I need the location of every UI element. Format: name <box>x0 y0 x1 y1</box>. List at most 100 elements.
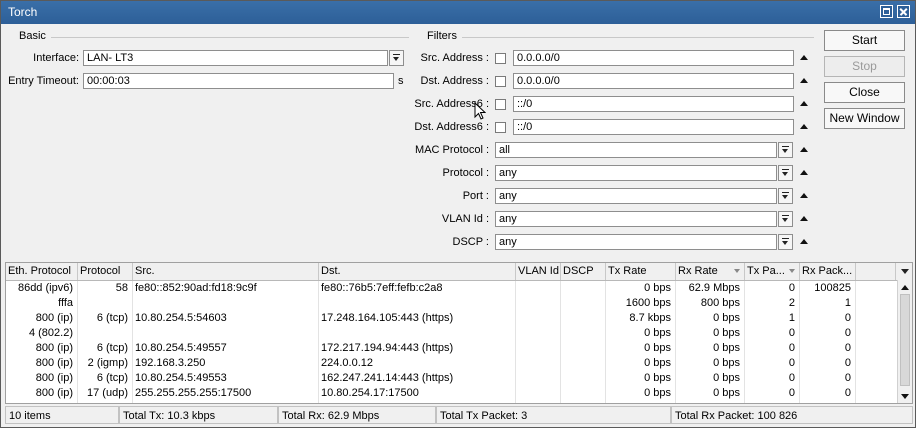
basic-group-title: Basic <box>19 30 46 42</box>
vertical-scrollbar[interactable] <box>897 280 912 403</box>
cell-vlan-id <box>516 341 561 356</box>
src-address-not-checkbox[interactable] <box>495 53 506 64</box>
scroll-up-icon[interactable] <box>901 285 909 290</box>
up-arrow-icon[interactable] <box>800 124 808 129</box>
cell-src <box>133 326 319 341</box>
cell-tx-rate: 0 bps <box>606 281 676 296</box>
dst-address6-field[interactable]: ::/0 <box>513 119 794 135</box>
dst-address-field[interactable]: 0.0.0.0/0 <box>513 73 794 89</box>
close-icon[interactable] <box>897 5 910 18</box>
cell-dscp <box>561 311 606 326</box>
cell-tx-packets: 0 <box>745 386 800 401</box>
cell-rx-rate: 800 bps <box>676 296 745 311</box>
dropdown-arrow-icon[interactable] <box>778 234 793 250</box>
entry-timeout-field[interactable]: 00:00:03 <box>83 73 394 89</box>
cell-tx-packets: 2 <box>745 296 800 311</box>
dropdown-arrow-icon[interactable] <box>389 50 404 66</box>
table-row[interactable]: 800 (ip) 2 (igmp) 192.168.3.250 224.0.0.12 0… <box>6 356 896 371</box>
mac-protocol-select[interactable]: all <box>495 142 777 158</box>
table-row[interactable]: 800 (ip)17 (udp)10.80.254.255:1750010.80… <box>6 401 896 403</box>
interface-select[interactable]: LAN- LT3 <box>83 50 388 66</box>
column-dscp[interactable]: DSCP <box>561 263 606 280</box>
interface-label: Interface: <box>33 52 79 64</box>
cell-dscp <box>561 371 606 386</box>
column-tx-rate[interactable]: Tx Rate <box>606 263 676 280</box>
cell-src: fe80::852:90ad:fd18:9c9f <box>133 281 319 296</box>
up-arrow-icon[interactable] <box>800 55 808 60</box>
vlan-id-select[interactable]: any <box>495 211 777 227</box>
column-protocol[interactable]: Protocol <box>78 263 133 280</box>
table-row[interactable]: 800 (ip) 6 (tcp) 10.80.254.5:54603 17.248.1… <box>6 311 896 326</box>
up-arrow-icon[interactable] <box>800 101 808 106</box>
scroll-down-icon[interactable] <box>901 394 909 399</box>
cell-rx-packets: 0 <box>800 341 856 356</box>
column-src[interactable]: Src. <box>133 263 319 280</box>
cell-tx-rate: 0 bps <box>606 341 676 356</box>
cell-eth-protocol: 800 (ip) <box>6 356 78 371</box>
table-row[interactable]: 86dd (ipv6) 58 fe80::852:90ad:fd18:9c9f fe8… <box>6 281 896 296</box>
cell-protocol: 17 (udp) <box>78 401 133 403</box>
src-address-field[interactable]: 0.0.0.0/0 <box>513 50 794 66</box>
cell-rx-rate: 0 bps <box>676 356 745 371</box>
src-address6-field[interactable]: ::/0 <box>513 96 794 112</box>
status-total-tx: Total Tx: 10.3 kbps <box>119 406 278 424</box>
cell-protocol <box>78 296 133 311</box>
sort-icon <box>789 269 795 273</box>
table-row[interactable]: 800 (ip) 17 (udp) 255.255.255.255:17500 10.… <box>6 386 896 401</box>
cell-protocol: 2 (igmp) <box>78 356 133 371</box>
dst-address-not-checkbox[interactable] <box>495 76 506 87</box>
start-button[interactable]: Start <box>824 30 905 51</box>
column-rx-packets[interactable]: Rx Pack... <box>800 263 856 280</box>
status-total-rx-packet: Total Rx Packet: 100 826 <box>671 406 913 424</box>
cell-protocol: 17 (udp) <box>78 386 133 401</box>
basic-group-divider <box>51 37 409 38</box>
column-menu-icon[interactable] <box>899 264 911 278</box>
cell-eth-protocol: 4 (802.2) <box>6 326 78 341</box>
port-select[interactable]: any <box>495 188 777 204</box>
dscp-select[interactable]: any <box>495 234 777 250</box>
up-arrow-icon[interactable] <box>800 147 808 152</box>
stop-button[interactable]: Stop <box>824 56 905 77</box>
cell-vlan-id <box>516 371 561 386</box>
title-bar[interactable]: Torch <box>1 1 915 24</box>
column-rx-rate[interactable]: Rx Rate <box>676 263 745 280</box>
cell-rx-rate: 62.9 Mbps <box>676 281 745 296</box>
table-row[interactable]: fffa 1600 bps 800 bps 2 1 <box>6 296 896 311</box>
cell-src: 255.255.255.255:17500 <box>133 386 319 401</box>
dst-address6-not-checkbox[interactable] <box>495 122 506 133</box>
table-row[interactable]: 800 (ip) 6 (tcp) 10.80.254.5:49553 162.247.… <box>6 371 896 386</box>
cell-dscp <box>561 281 606 296</box>
up-arrow-icon[interactable] <box>800 216 808 221</box>
up-arrow-icon[interactable] <box>800 78 808 83</box>
src-address-label: Src. Address : <box>420 52 489 64</box>
src-address6-not-checkbox[interactable] <box>495 99 506 110</box>
window-title: Torch <box>8 5 38 19</box>
column-dst[interactable]: Dst. <box>319 263 516 280</box>
table-row[interactable]: 4 (802.2) 0 bps 0 bps 0 0 <box>6 326 896 341</box>
cell-eth-protocol: 86dd (ipv6) <box>6 281 78 296</box>
cell-dst <box>319 296 516 311</box>
torch-table: Eth. Protocol Protocol Src. Dst. VLAN Id… <box>5 262 913 404</box>
column-tx-packets-label: Tx Pa... <box>747 265 785 277</box>
up-arrow-icon[interactable] <box>800 193 808 198</box>
scroll-thumb[interactable] <box>900 294 910 386</box>
cell-tx-rate: 0 bps <box>606 326 676 341</box>
restore-icon[interactable] <box>880 5 893 18</box>
close-button[interactable]: Close <box>824 82 905 103</box>
new-window-button[interactable]: New Window <box>824 108 905 129</box>
dropdown-arrow-icon[interactable] <box>778 211 793 227</box>
mac-protocol-label: MAC Protocol : <box>415 144 489 156</box>
up-arrow-icon[interactable] <box>800 239 808 244</box>
cell-eth-protocol: 800 (ip) <box>6 371 78 386</box>
dropdown-arrow-icon[interactable] <box>778 142 793 158</box>
dropdown-arrow-icon[interactable] <box>778 165 793 181</box>
table-row[interactable]: 800 (ip) 6 (tcp) 10.80.254.5:49557 172.217.… <box>6 341 896 356</box>
protocol-select[interactable]: any <box>495 165 777 181</box>
column-tx-packets[interactable]: Tx Pa... <box>745 263 800 280</box>
column-eth-protocol[interactable]: Eth. Protocol <box>6 263 78 280</box>
dropdown-arrow-icon[interactable] <box>778 188 793 204</box>
up-arrow-icon[interactable] <box>800 170 808 175</box>
column-vlan-id[interactable]: VLAN Id <box>516 263 561 280</box>
column-spacer <box>856 263 896 280</box>
cell-rx-rate: 0 bps <box>676 341 745 356</box>
